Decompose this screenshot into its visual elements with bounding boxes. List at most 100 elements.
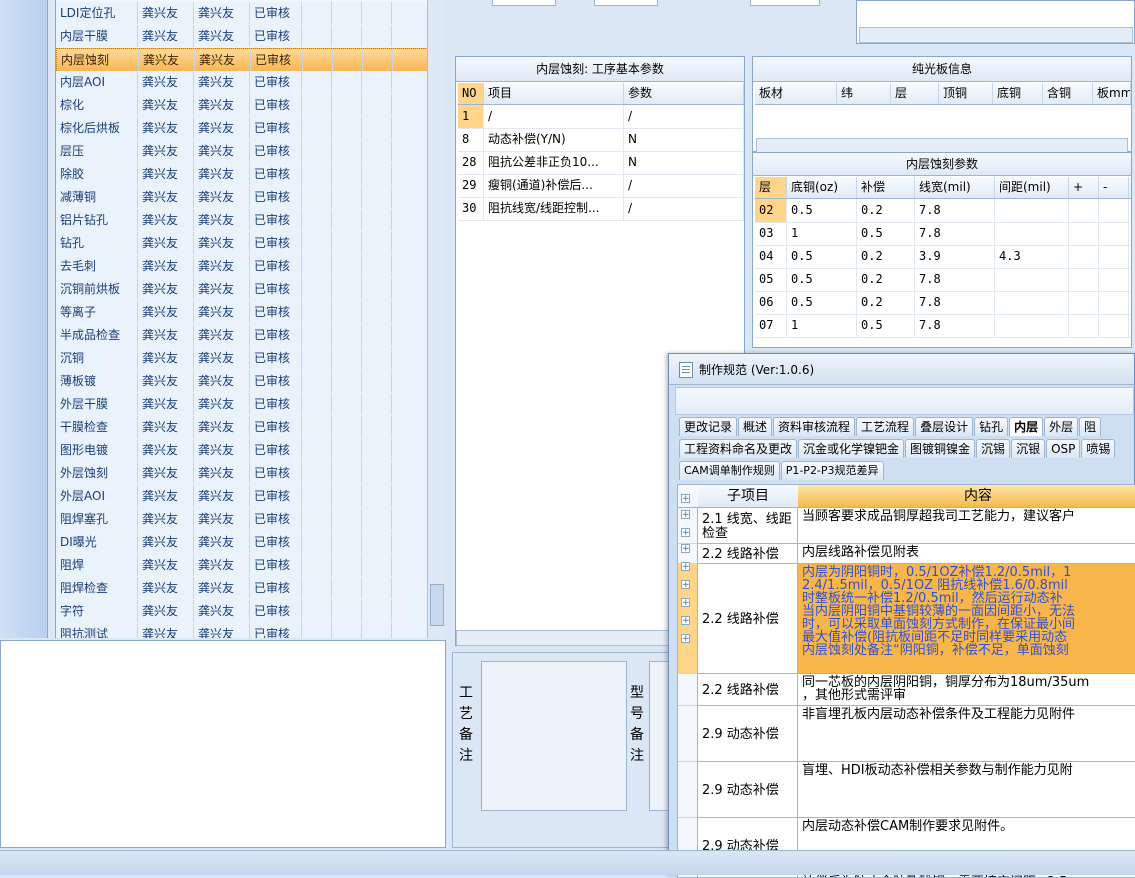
etch-param-row[interactable]: 8 动态补偿(Y/N) N (458, 128, 744, 152)
process-cell: 龚兴友 (138, 554, 194, 576)
tab[interactable]: CAM调单制作规则 (679, 461, 780, 480)
tab[interactable]: 叠层设计 (915, 417, 974, 436)
process-row[interactable]: 去毛刺 龚兴友 龚兴友 已审核 (56, 255, 427, 279)
tab[interactable]: 内层 (1009, 417, 1044, 436)
tab[interactable]: 更改记录 (679, 417, 738, 436)
empty-cell (332, 577, 362, 599)
tab[interactable]: 资料审核流程 (773, 417, 856, 436)
process-list-scrollbar[interactable] (427, 0, 444, 638)
process-row[interactable]: 阻焊 龚兴友 龚兴友 已审核 (56, 554, 427, 578)
process-row[interactable]: 字符 龚兴友 龚兴友 已审核 (56, 600, 427, 624)
empty-cell (392, 163, 427, 185)
process-row[interactable]: 棕化 龚兴友 龚兴友 已审核 (56, 94, 427, 118)
process-row[interactable]: 阻抗测试 龚兴友 龚兴友 已审核 (56, 623, 427, 638)
empty-cell (332, 2, 362, 24)
etch-param-row[interactable]: 28 阻抗公差非正负10... N (458, 151, 744, 175)
process-row[interactable]: DI曝光 龚兴友 龚兴友 已审核 (56, 531, 427, 555)
tab[interactable]: 钻孔 (974, 417, 1009, 436)
top-field[interactable] (750, 0, 820, 6)
etch-param-row[interactable]: 1// (458, 105, 744, 129)
process-cell: 龚兴友 (138, 439, 194, 461)
top-field[interactable] (594, 0, 658, 6)
inner-etch-cell: 4.3 (995, 245, 1069, 268)
row-header[interactable] (678, 762, 698, 818)
process-row[interactable]: 钻孔 龚兴友 龚兴友 已审核 (56, 232, 427, 256)
process-cell: 已审核 (250, 186, 302, 208)
expand-icon[interactable]: + (681, 562, 690, 572)
process-name: 半成品检查 (56, 324, 138, 346)
tab[interactable]: 沉锡 (976, 439, 1011, 458)
spec-dialog[interactable]: 制作规范 (Ver:1.0.6) 更改记录 概述 资料审核流程 工艺流程 叠层设计 钻孔内… (668, 353, 1135, 878)
row-header[interactable] (678, 674, 698, 706)
inner-etch-row[interactable]: 03 1 0.5 7.8 (755, 222, 1131, 246)
process-row[interactable]: 内层干膜 龚兴友 龚兴友 已审核 (56, 25, 427, 49)
scrollbar-thumb[interactable] (430, 584, 444, 626)
tab[interactable]: 外层 (1044, 417, 1079, 436)
process-row[interactable]: 减薄铜 龚兴友 龚兴友 已审核 (56, 186, 427, 210)
process-row[interactable]: 铝片钻孔 龚兴友 龚兴友 已审核 (56, 209, 427, 233)
inner-etch-row[interactable]: 07 1 0.5 7.8 (755, 314, 1131, 338)
tab[interactable]: 工艺流程 (856, 417, 915, 436)
process-row[interactable]: 薄板镀 龚兴友 龚兴友 已审核 (56, 370, 427, 394)
etch-param-row[interactable]: 30 阻抗线宽/线距控制... / (458, 197, 744, 221)
process-row[interactable]: 内层AOI 龚兴友 龚兴友 已审核 (56, 71, 427, 95)
process-cell: 龚兴友 (194, 2, 250, 24)
inner-etch-row[interactable]: 06 0.5 0.2 7.8 (755, 291, 1131, 315)
process-row[interactable]: 沉铜 龚兴友 龚兴友 已审核 (56, 347, 427, 371)
empty-cell (302, 393, 332, 415)
etch-param-row[interactable]: 29 瘦铜(通道)补偿后... / (458, 174, 744, 198)
process-row[interactable]: 除胶 龚兴友 龚兴友 已审核 (56, 163, 427, 187)
top-field[interactable] (492, 0, 556, 6)
process-note-textarea[interactable] (481, 661, 627, 811)
expand-icon[interactable]: + (681, 494, 690, 504)
left-bottom-panel (0, 640, 446, 848)
etch-params-hscrollbar[interactable] (456, 630, 670, 646)
tab[interactable]: 图镀铜镍金 (905, 439, 976, 458)
tab[interactable]: 沉银 (1011, 439, 1046, 458)
expand-icon[interactable]: + (681, 544, 690, 554)
dialog-titlebar[interactable]: 制作规范 (Ver:1.0.6) (669, 354, 1134, 385)
process-cell: 龚兴友 (194, 71, 250, 93)
process-row[interactable]: 外层蚀刻 龚兴友 龚兴友 已审核 (56, 462, 427, 486)
process-row[interactable]: 外层干膜 龚兴友 龚兴友 已审核 (56, 393, 427, 417)
process-list-grid[interactable]: LDI定位孔 龚兴友 龚兴友 已审核 内层干膜 龚兴友 龚兴友 已审核 内层蚀刻 龚兴友 龚兴友 已审… (55, 0, 427, 638)
process-row[interactable]: 干膜检查 龚兴友 龚兴友 已审核 (56, 416, 427, 440)
expand-icon[interactable]: + (681, 528, 690, 538)
inner-etch-row[interactable]: 02 0.5 0.2 7.8 (755, 199, 1131, 223)
process-row[interactable]: 等离子 龚兴友 龚兴友 已审核 (56, 301, 427, 325)
empty-cell (392, 347, 427, 369)
param-no: 8 (458, 128, 484, 151)
expand-icon[interactable]: + (681, 510, 690, 520)
process-row[interactable]: 半成品检查 龚兴友 龚兴友 已审核 (56, 324, 427, 348)
process-row[interactable]: 图形电镀 龚兴友 龚兴友 已审核 (56, 439, 427, 463)
process-row[interactable]: 层压 龚兴友 龚兴友 已审核 (56, 140, 427, 164)
process-cell: 龚兴友 (138, 508, 194, 530)
inner-etch-cell: 0.2 (857, 268, 915, 291)
process-row[interactable]: 阻焊检查 龚兴友 龚兴友 已审核 (56, 577, 427, 601)
row-header[interactable] (678, 706, 698, 762)
process-row[interactable]: 阻焊塞孔 龚兴友 龚兴友 已审核 (56, 508, 427, 532)
process-row[interactable]: 棕化后烘板 龚兴友 龚兴友 已审核 (56, 117, 427, 141)
process-row[interactable]: 外层AOI 龚兴友 龚兴友 已审核 (56, 485, 427, 509)
expand-icon[interactable]: + (681, 634, 690, 644)
tab[interactable]: 概述 (738, 417, 773, 436)
process-note-label: 工艺备注 (459, 685, 473, 764)
process-row[interactable]: 内层蚀刻 龚兴友 龚兴友 已审核 (56, 48, 427, 73)
process-row[interactable]: LDI定位孔 龚兴友 龚兴友 已审核 (56, 2, 427, 26)
process-cell: 已审核 (250, 278, 302, 300)
tab[interactable]: 工程资料命名及更改 (679, 439, 798, 458)
tab[interactable]: 阻 (1079, 417, 1102, 436)
tab[interactable]: 沉金或化学镍钯金 (798, 439, 905, 458)
tab[interactable]: P1-P2-P3规范差异 (780, 461, 884, 480)
process-cell: 龚兴友 (138, 71, 194, 93)
expand-icon[interactable]: + (681, 616, 690, 626)
expand-icon[interactable]: + (681, 580, 690, 590)
expand-icon[interactable]: + (681, 598, 690, 608)
top-right-hscrollbar[interactable] (859, 27, 1133, 43)
inner-etch-row[interactable]: 05 0.5 0.2 7.8 (755, 268, 1131, 292)
inner-etch-row[interactable]: 04 0.5 0.2 3.9 4.3 (755, 245, 1131, 269)
process-row[interactable]: 沉铜前烘板 龚兴友 龚兴友 已审核 (56, 278, 427, 302)
tab[interactable]: 喷锡 (1081, 439, 1116, 458)
tab[interactable]: OSP (1046, 439, 1081, 458)
process-cell: 龚兴友 (194, 301, 250, 323)
